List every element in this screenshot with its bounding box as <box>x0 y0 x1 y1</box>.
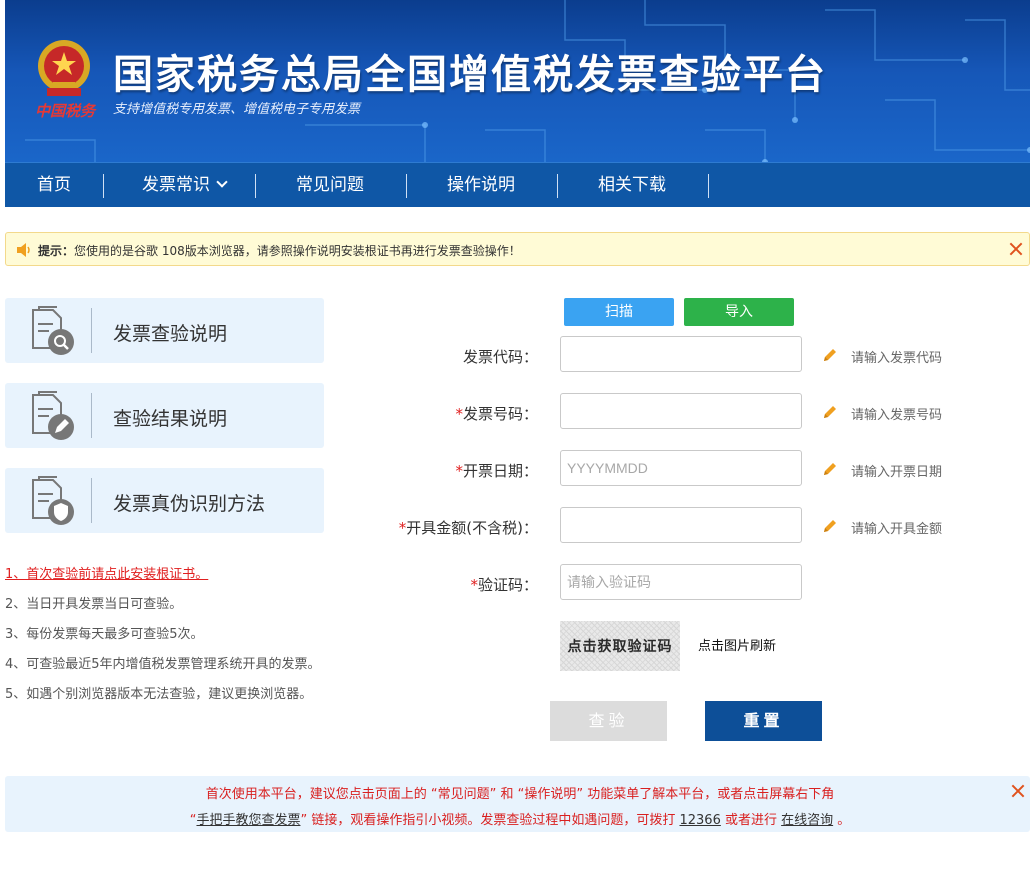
captcha-refresh-text[interactable]: 点击图片刷新 <box>698 635 776 654</box>
header-banner: 中国税务 国家税务总局全国增值税发票查验平台 支持增值税专用发票、增值税电子专用… <box>5 0 1030 162</box>
invoice-date-hint: 请输入开票日期 <box>851 465 943 480</box>
nav-home-label: 首页 <box>37 175 71 195</box>
notice-prefix: 提示： <box>38 244 75 258</box>
card-label: 发票真伪识别方法 <box>113 493 266 515</box>
invoice-amount-hint: 请输入开具金额 <box>851 522 943 537</box>
captcha-label: *验证码： <box>338 574 538 595</box>
document-search-icon <box>32 306 74 355</box>
install-root-cert-link[interactable]: 1、首次查验前请点此安装根证书。 <box>5 566 385 596</box>
tip-text: 1、首次查验前请点此安装根证书。 <box>5 567 209 582</box>
field-label-text: 发票号码： <box>462 405 538 423</box>
invoice-number-label: *发票号码： <box>338 403 538 424</box>
close-icon[interactable] <box>1011 784 1025 798</box>
pencil-icon <box>824 463 836 475</box>
invoice-date-input[interactable] <box>560 450 802 486</box>
nav-divider <box>557 174 558 198</box>
field-label-text: 验证码： <box>477 576 538 594</box>
pencil-icon <box>824 406 836 418</box>
footer-text: 或者进行 <box>720 813 782 828</box>
main-nav: 首页 发票常识 常见问题 操作说明 相关下载 <box>5 162 1030 207</box>
nav-downloads[interactable]: 相关下载 <box>577 163 687 208</box>
tips-list: 1、首次查验前请点此安装根证书。 2、当日开具发票当日可查验。 3、每份发票每天… <box>5 566 385 716</box>
invoice-code-hint: 请输入发票代码 <box>851 351 943 366</box>
card-verification-guide[interactable]: 发票查验说明 <box>5 298 324 363</box>
invoice-amount-input[interactable] <box>560 507 802 543</box>
invoice-amount-label: *开具金额(不含税)： <box>338 517 538 538</box>
captcha-input[interactable] <box>560 564 802 600</box>
document-shield-icon <box>32 476 74 525</box>
nav-operation-guide[interactable]: 操作说明 <box>426 163 536 208</box>
footer-notice-line2: “手把手教您查发票” 链接，观看操作指引小视频。发票查验过程中如遇问题，可拨打 … <box>5 809 1030 828</box>
invoice-code-input[interactable] <box>560 336 802 372</box>
site-title: 国家税务总局全国增值税发票查验平台 <box>113 52 827 98</box>
nav-divider <box>406 174 407 198</box>
footer-notice: 首次使用本平台，建议您点击页面上的 “常见问题” 和 “操作说明” 功能菜单了解… <box>5 776 1030 832</box>
card-result-guide[interactable]: 查验结果说明 <box>5 383 324 448</box>
close-icon[interactable] <box>1009 242 1023 256</box>
reset-button[interactable]: 重置 <box>705 701 822 741</box>
invoice-code-label: 发票代码： <box>338 346 538 367</box>
required-mark: * <box>455 462 463 480</box>
field-label-text: 开票日期： <box>462 462 538 480</box>
card-divider <box>91 308 92 353</box>
chevron-down-icon <box>216 176 228 188</box>
browser-notice: 提示：您使用的是谷歌 108版本浏览器，请参照操作说明安装根证书再进行发票查验操… <box>5 232 1030 266</box>
nav-invoice-knowledge-label: 发票常识 <box>142 175 210 195</box>
nav-faq-label: 常见问题 <box>296 175 364 195</box>
notice-text: 提示：您使用的是谷歌 108版本浏览器，请参照操作说明安装根证书再进行发票查验操… <box>38 242 521 259</box>
invoice-number-hint: 请输入发票号码 <box>851 408 943 423</box>
card-divider <box>91 478 92 523</box>
query-button[interactable]: 查验 <box>550 701 667 741</box>
nav-divider <box>103 174 104 198</box>
tip-item: 2、当日开具发票当日可查验。 <box>5 597 183 612</box>
footer-notice-line1: 首次使用本平台，建议您点击页面上的 “常见问题” 和 “操作说明” 功能菜单了解… <box>205 787 835 802</box>
footer-text: 。 <box>833 813 851 828</box>
brand-script-logo: 中国税务 <box>35 102 96 120</box>
hotline-link[interactable]: 12366 <box>679 813 720 828</box>
online-consult-link[interactable]: 在线咨询 <box>781 813 833 828</box>
tip-item: 3、每份发票每天最多可查验5次。 <box>5 627 204 642</box>
card-authenticity-guide[interactable]: 发票真伪识别方法 <box>5 468 324 533</box>
nav-divider <box>255 174 256 198</box>
pencil-icon <box>824 520 836 532</box>
footer-text: ” 链接，观看操作指引小视频。发票查验过程中如遇问题，可拨打 <box>300 813 680 828</box>
nav-invoice-knowledge[interactable]: 发票常识 <box>129 163 239 208</box>
card-divider <box>91 393 92 438</box>
required-mark: * <box>455 405 463 423</box>
document-edit-icon <box>32 391 74 440</box>
required-mark: * <box>470 576 478 594</box>
national-emblem-icon <box>38 40 90 96</box>
tip-item: 5、如遇个别浏览器版本无法查验，建议更换浏览器。 <box>5 687 313 702</box>
invoice-number-input[interactable] <box>560 393 802 429</box>
site-subtitle: 支持增值税专用发票、增值税电子专用发票 <box>113 102 361 117</box>
field-label-text: 发票代码： <box>462 348 538 366</box>
nav-downloads-label: 相关下载 <box>598 175 666 195</box>
notice-message: 您使用的是谷歌 108版本浏览器，请参照操作说明安装根证书再进行发票查验操作！ <box>74 244 521 258</box>
field-label-text: 开具金额(不含税)： <box>406 519 538 537</box>
tutorial-video-link[interactable]: 手把手教您查发票 <box>196 813 300 828</box>
card-label: 发票查验说明 <box>113 323 228 345</box>
invoice-date-label: *开票日期： <box>338 460 538 481</box>
speaker-icon <box>17 243 30 257</box>
nav-faq[interactable]: 常见问题 <box>275 163 385 208</box>
nav-home[interactable]: 首页 <box>23 163 85 208</box>
captcha-image[interactable]: 点击获取验证码 <box>560 621 680 671</box>
scan-button[interactable]: 扫描 <box>564 298 674 326</box>
nav-operation-guide-label: 操作说明 <box>447 175 515 195</box>
captcha-text: 点击获取验证码 <box>567 639 673 655</box>
nav-divider <box>708 174 709 198</box>
pencil-icon <box>824 349 836 361</box>
card-label: 查验结果说明 <box>113 408 228 430</box>
import-button[interactable]: 导入 <box>684 298 794 326</box>
tip-item: 4、可查验最近5年内增值税发票管理系统开具的发票。 <box>5 657 321 672</box>
